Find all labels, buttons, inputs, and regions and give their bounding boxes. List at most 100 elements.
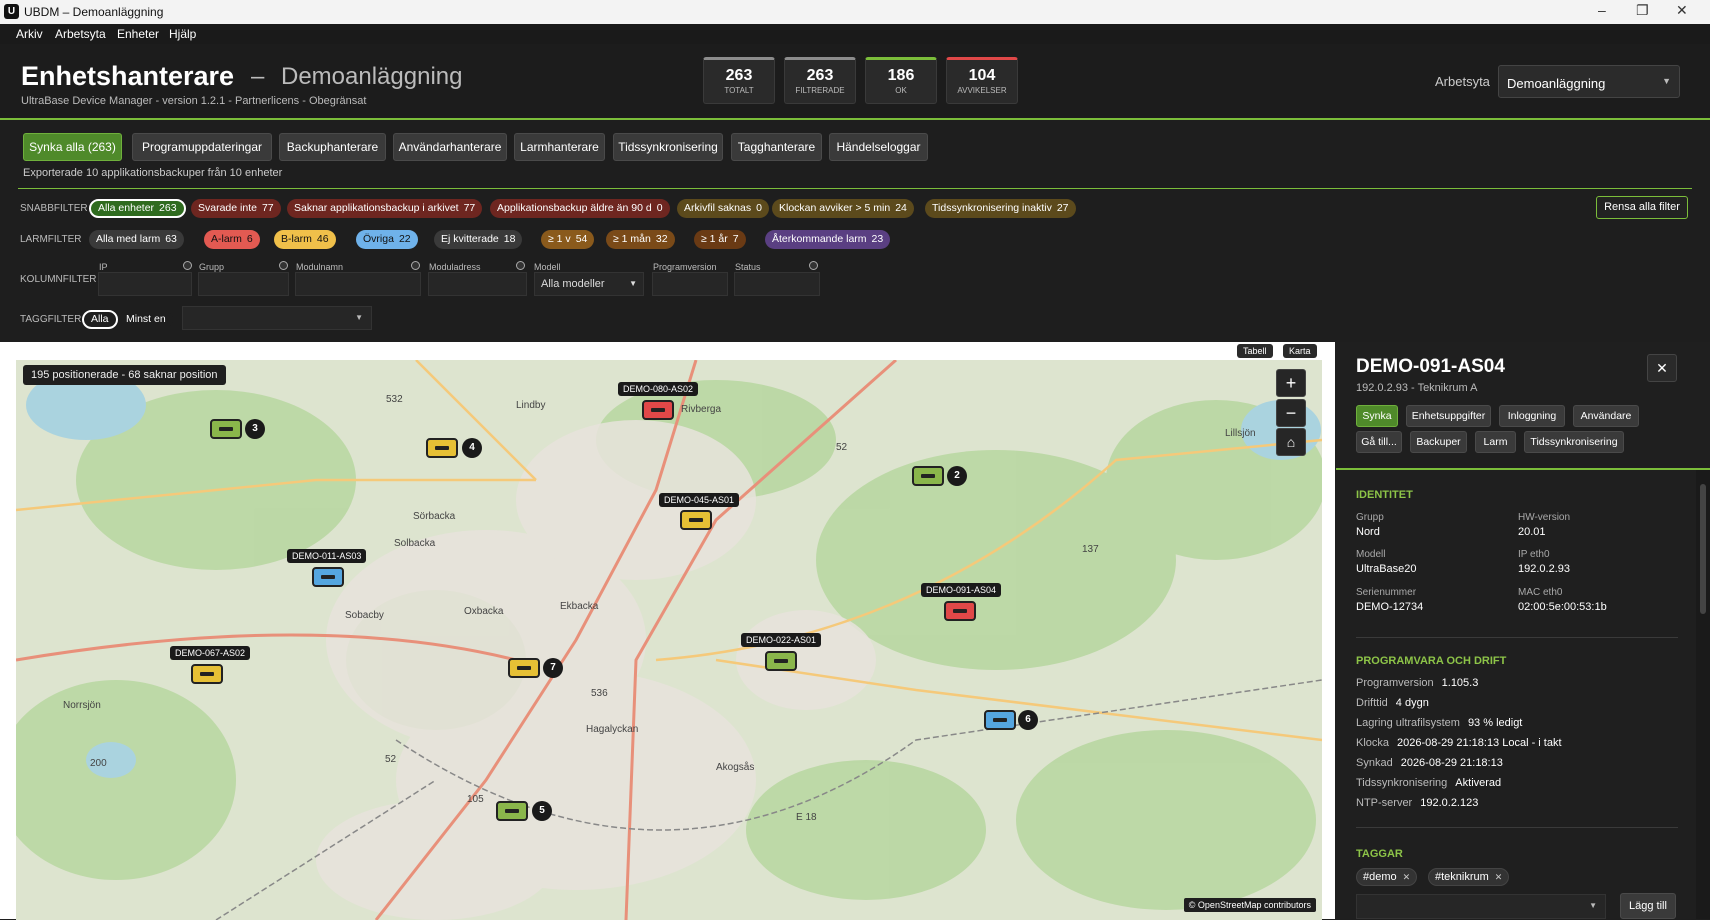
add-tag-button[interactable]: Lägg till	[1620, 893, 1676, 919]
field-value: 02:00:5e:00:53:1b	[1518, 601, 1607, 613]
device-marker[interactable]	[765, 651, 797, 671]
stat-deviations: 104 AVVIKELSER	[946, 57, 1018, 104]
clear-ip-icon[interactable]	[183, 261, 192, 270]
alarms-button[interactable]: Larm	[1475, 431, 1516, 453]
device-marker[interactable]	[312, 567, 344, 587]
event-logs-button[interactable]: Händelseloggar	[829, 133, 928, 161]
zoom-out-button[interactable]: −	[1276, 399, 1306, 427]
device-marker[interactable]	[680, 510, 712, 530]
goto-button[interactable]: Gå till...	[1356, 431, 1402, 453]
menu-enheter[interactable]: Enheter	[117, 27, 159, 41]
cluster-marker[interactable]	[210, 419, 242, 439]
marker-label: DEMO-022-AS01	[741, 633, 822, 647]
sync-all-button[interactable]: Synka alla (263)	[23, 133, 122, 161]
place-label: Lindby	[516, 400, 546, 411]
zoom-in-button[interactable]: +	[1276, 369, 1306, 397]
tag-filter-select[interactable]: ▼	[182, 306, 372, 330]
menu-arkiv[interactable]: Arkiv	[16, 27, 43, 41]
device-marker[interactable]	[944, 601, 976, 621]
tag-filter-all[interactable]: Alla	[82, 310, 118, 329]
ip-filter-input[interactable]	[98, 272, 192, 296]
info-row: Drifttid 4 dygn	[1356, 697, 1429, 709]
cluster-marker[interactable]	[984, 710, 1016, 730]
alarm-filter-chip[interactable]: Återkommande larm 23	[765, 230, 891, 249]
device-marker[interactable]	[642, 400, 674, 420]
maximize-icon[interactable]: ❐	[1636, 2, 1649, 19]
table-view-button[interactable]: Tabell	[1237, 344, 1273, 358]
cluster-marker[interactable]	[508, 658, 540, 678]
alarm-filter-chip[interactable]: ≥ 1 mån 32	[606, 230, 675, 249]
home-icon[interactable]: ⌂	[1276, 428, 1306, 456]
alarm-filter-chip[interactable]: Ej kvitterade 18	[434, 230, 523, 249]
timesync-button[interactable]: Tidssynkronisering	[1524, 431, 1624, 453]
quick-filter-chip[interactable]: Saknar applikationsbackup i arkivet 77	[287, 199, 483, 218]
menu-arbetsyta[interactable]: Arbetsyta	[55, 27, 106, 41]
tag-chip: #teknikrum ✕	[1428, 868, 1510, 886]
quick-filter-chip[interactable]: Applikationsbackup äldre än 90 d0	[490, 199, 670, 218]
moduleaddr-filter-input[interactable]	[428, 272, 527, 296]
divider	[1336, 468, 1710, 470]
quick-filter-chip[interactable]: Tidssynkronisering inaktiv 27	[925, 199, 1076, 218]
alarm-filter-chip[interactable]: Övriga 22	[356, 230, 418, 249]
cluster-count: 7	[543, 658, 563, 678]
alarm-filter-chip[interactable]: ≥ 1 år 7	[694, 230, 746, 249]
cluster-marker[interactable]	[912, 466, 944, 486]
clear-status-icon[interactable]	[809, 261, 818, 270]
remove-tag-icon[interactable]: ✕	[1403, 872, 1411, 882]
alarm-filter-chip[interactable]: A-larm 6	[204, 230, 260, 249]
time-sync-button[interactable]: Tidssynkronisering	[613, 133, 723, 161]
progversion-filter-input[interactable]	[652, 272, 728, 296]
map[interactable]: Lindby Rivberga Sörbacka Solbacka Sobacb…	[16, 360, 1322, 920]
map-attribution[interactable]: © OpenStreetMap contributors	[1183, 898, 1316, 912]
close-icon[interactable]: ✕	[1647, 354, 1677, 382]
user-manager-button[interactable]: Användarhanterare	[393, 133, 507, 161]
scrollbar[interactable]	[1696, 470, 1710, 919]
place-label: Norrsjön	[63, 700, 101, 711]
col-progversion-label: Programversion	[653, 262, 717, 272]
workspace-select[interactable]: Demoanläggning ▼	[1498, 65, 1680, 98]
scrollbar-thumb[interactable]	[1700, 484, 1706, 614]
clear-modulename-icon[interactable]	[411, 261, 420, 270]
quick-filter-chip[interactable]: Alla enheter 263	[89, 199, 186, 218]
tag-manager-button[interactable]: Tagghanterare	[731, 133, 822, 161]
status-filter-input[interactable]	[734, 272, 820, 296]
program-updates-button[interactable]: Programuppdateringar	[132, 133, 272, 161]
close-window-icon[interactable]: ✕	[1676, 2, 1688, 19]
alarm-filter-chip[interactable]: ≥ 1 v 54	[541, 230, 595, 249]
users-button[interactable]: Användare	[1573, 405, 1639, 427]
alarm-filter-chip[interactable]: Alla med larm 63	[89, 230, 184, 249]
backup-manager-button[interactable]: Backuphanterare	[279, 133, 386, 161]
modulename-filter-input[interactable]	[295, 272, 421, 296]
cluster-marker[interactable]	[426, 438, 458, 458]
quick-filter-chip[interactable]: Svarade inte 77	[191, 199, 281, 218]
tag-input[interactable]: ▼	[1356, 894, 1606, 919]
col-group-label: Grupp	[199, 262, 225, 272]
quick-filter-chip[interactable]: Arkivfil saknas 0	[677, 199, 769, 218]
col-moduleaddr-label: Moduladress	[429, 262, 481, 272]
minimize-icon[interactable]: –	[1598, 2, 1606, 18]
clear-moduleaddr-icon[interactable]	[516, 261, 525, 270]
field-label: Modell	[1356, 549, 1386, 560]
clear-group-icon[interactable]	[279, 261, 288, 270]
clear-filters-button[interactable]: Rensa alla filter	[1596, 196, 1688, 219]
login-button[interactable]: Inloggning	[1499, 405, 1565, 427]
tag-filter-atleast[interactable]: Minst en	[119, 310, 173, 329]
remove-tag-icon[interactable]: ✕	[1495, 872, 1503, 882]
alarm-manager-button[interactable]: Larmhanterare	[514, 133, 605, 161]
model-filter-select[interactable]: Alla modeller ▼	[534, 272, 644, 296]
backups-button[interactable]: Backuper	[1410, 431, 1467, 453]
menu-hjalp[interactable]: Hjälp	[169, 27, 196, 41]
stat-filtered: 263 FILTRERADE	[784, 57, 856, 104]
sync-button[interactable]: Synka	[1356, 405, 1398, 427]
quick-filter-chip[interactable]: Klockan avviker > 5 min 24	[772, 199, 914, 218]
road-label: 137	[1082, 544, 1099, 555]
alarm-filter-chip[interactable]: B-larm 46	[274, 230, 336, 249]
device-info-button[interactable]: Enhetsuppgifter	[1406, 405, 1491, 427]
marker-label: DEMO-091-AS04	[921, 583, 1002, 597]
tag-chip: #demo ✕	[1356, 868, 1418, 886]
map-view-button[interactable]: Karta	[1283, 344, 1317, 358]
group-filter-input[interactable]	[198, 272, 289, 296]
device-marker[interactable]	[191, 664, 223, 684]
cluster-marker[interactable]	[496, 801, 528, 821]
detail-panel: DEMO-091-AS04 192.0.2.93 - Teknikrum A ✕…	[1336, 342, 1710, 919]
